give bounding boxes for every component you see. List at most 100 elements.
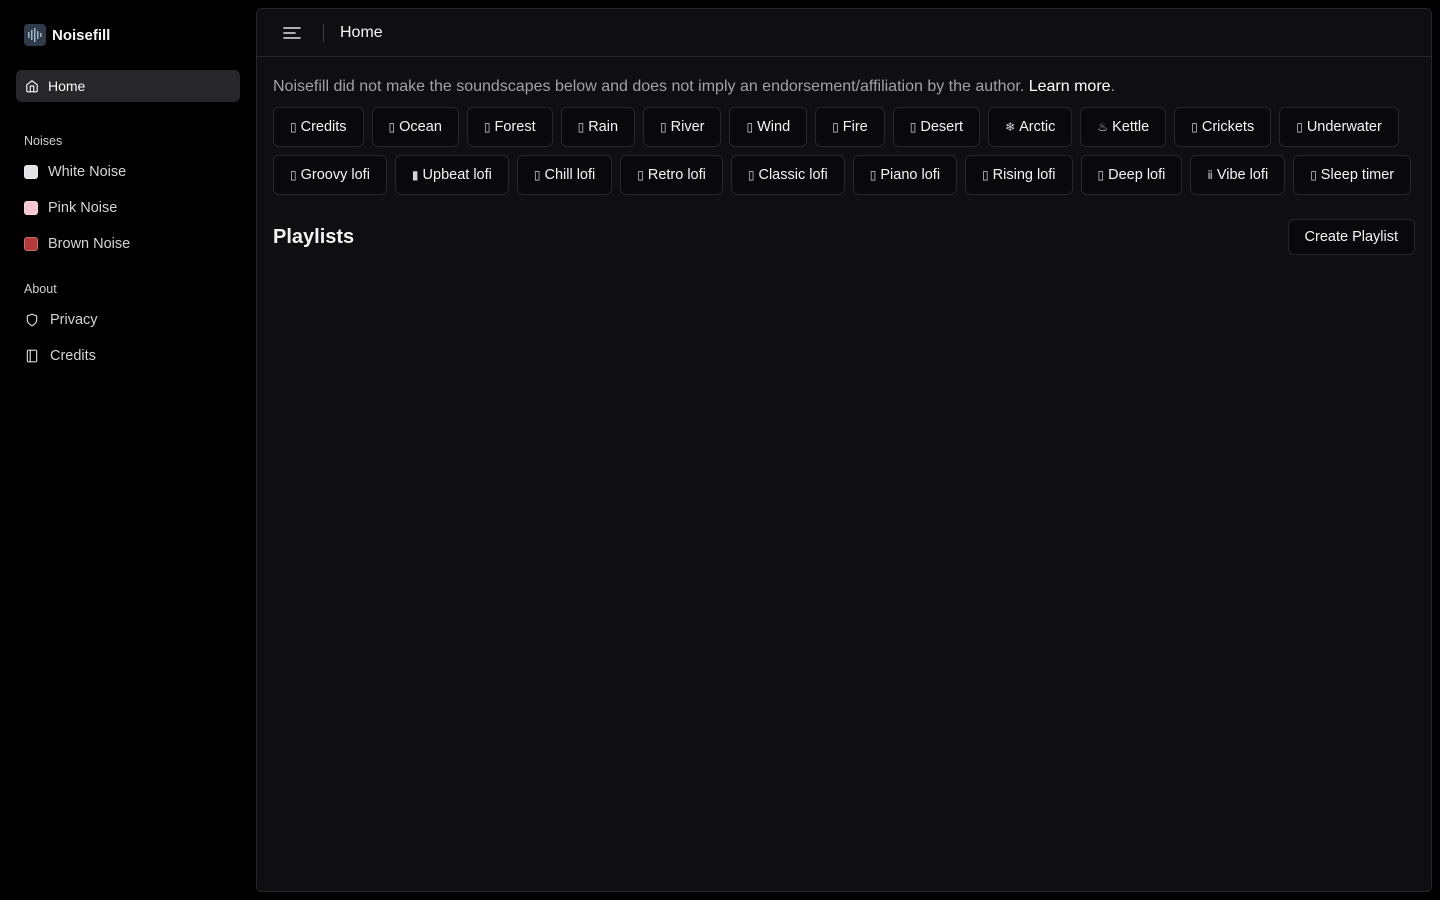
sidebar-item-label: Brown Noise xyxy=(48,236,131,252)
soundscape-label: Chill lofi xyxy=(544,167,596,183)
sidebar-item-label: Home xyxy=(48,78,86,94)
sidebar-item-brown-noise[interactable]: Brown Noise xyxy=(16,226,240,262)
soundscape-button-retro-lofi[interactable]: ▯ Retro lofi xyxy=(620,155,723,195)
soundscape-emoji-icon: ♨ xyxy=(1097,120,1109,134)
about-group-label: About xyxy=(24,282,57,296)
soundscape-label: Kettle xyxy=(1112,119,1150,135)
disclaimer: Noisefill did not make the soundscapes b… xyxy=(273,75,1415,99)
sidebar-item-credits[interactable]: Credits xyxy=(16,338,240,374)
soundscape-label: Rising lofi xyxy=(992,167,1056,183)
soundscape-button-groovy-lofi[interactable]: ▯ Groovy lofi xyxy=(273,155,387,195)
soundscape-emoji-icon: ▯ xyxy=(483,120,491,134)
app-root: Noisefill Home Noises White Noise Pink N… xyxy=(0,0,1440,900)
soundscape-label: Retro lofi xyxy=(647,167,706,183)
soundscape-label: Vibe lofi xyxy=(1216,167,1269,183)
soundscape-label: Upbeat lofi xyxy=(422,167,492,183)
soundscape-button-sleep-timer[interactable]: ▯ Sleep timer xyxy=(1293,155,1412,195)
soundscape-label: Underwater xyxy=(1306,119,1382,135)
soundscape-emoji-icon: ▯ xyxy=(637,168,644,182)
soundscape-button-fire[interactable]: ▯ Fire xyxy=(815,107,885,147)
soundscape-emoji-icon: ▯ xyxy=(1296,120,1303,134)
brand-name: Noisefill xyxy=(52,26,111,44)
soundscape-label: Classic lofi xyxy=(758,167,828,183)
soundscape-button-kettle[interactable]: ♨ Kettle xyxy=(1080,107,1167,147)
soundscape-emoji-icon: ▯ xyxy=(1097,168,1105,182)
sidebar-item-label: White Noise xyxy=(48,164,127,180)
sidebar: Noisefill Home Noises White Noise Pink N… xyxy=(0,0,256,900)
soundscape-button-rising-lofi[interactable]: ▯ Rising lofi xyxy=(965,155,1073,195)
soundscape-label: Groovy lofi xyxy=(300,167,370,183)
sidebar-item-pink-noise[interactable]: Pink Noise xyxy=(16,190,240,226)
content: Noisefill did not make the soundscapes b… xyxy=(257,57,1431,255)
soundscape-label: Desert xyxy=(920,119,964,135)
soundscape-button-classic-lofi[interactable]: ▯ Classic lofi xyxy=(730,155,845,195)
main-panel: Home Noisefill did not make the soundsca… xyxy=(256,8,1432,892)
soundscape-button-chill-lofi[interactable]: ▯ Chill lofi xyxy=(516,155,613,195)
soundscape-label: Forest xyxy=(494,119,536,135)
soundscape-label: Crickets xyxy=(1201,119,1255,135)
sidebar-item-home[interactable]: Home xyxy=(16,70,240,102)
soundscape-emoji-icon: ▯ xyxy=(909,120,917,134)
soundscape-button-credits[interactable]: ▯ Credits xyxy=(273,107,364,147)
soundscape-emoji-icon: ▯ xyxy=(533,168,541,182)
soundscape-label: River xyxy=(670,119,705,135)
soundscape-emoji-icon: ▯ xyxy=(1191,120,1198,134)
soundscape-button-river[interactable]: ▯ River xyxy=(643,107,722,147)
sidebar-item-label: Pink Noise xyxy=(48,200,118,216)
sidebar-item-label: Privacy xyxy=(50,312,98,328)
logo-icon xyxy=(24,24,46,46)
sidebar-item-white-noise[interactable]: White Noise xyxy=(16,154,240,190)
soundscape-label: Wind xyxy=(757,119,791,135)
menu-icon[interactable] xyxy=(281,22,303,44)
soundscape-emoji-icon: ▯ xyxy=(660,120,667,134)
home-icon xyxy=(24,78,40,94)
soundscape-button-crickets[interactable]: ▯ Crickets xyxy=(1174,107,1272,147)
soundscape-button-piano-lofi[interactable]: ▯ Piano lofi xyxy=(852,155,958,195)
book-icon xyxy=(24,348,40,364)
soundscape-label: Deep lofi xyxy=(1108,167,1166,183)
brown-noise-swatch-icon xyxy=(24,237,38,251)
learn-more-link[interactable]: Learn more xyxy=(1029,78,1111,95)
shield-icon xyxy=(24,312,40,328)
pink-noise-swatch-icon xyxy=(24,201,38,215)
soundscape-button-underwater[interactable]: ▯ Underwater xyxy=(1279,107,1399,147)
soundscape-button-desert[interactable]: ▯ Desert xyxy=(892,107,981,147)
soundscape-label: Ocean xyxy=(399,119,442,135)
disclaimer-text: Noisefill did not make the soundscapes b… xyxy=(273,78,1025,95)
soundscape-emoji-icon: ▯ xyxy=(290,120,297,134)
soundscape-emoji-icon: ▯ xyxy=(747,168,755,182)
soundscape-button-forest[interactable]: ▯ Forest xyxy=(466,107,553,147)
soundscape-emoji-icon: ▯ xyxy=(832,120,839,134)
soundscape-emoji-icon: ▮ xyxy=(411,168,419,182)
create-playlist-button[interactable]: Create Playlist xyxy=(1287,219,1415,255)
playlists-header: Playlists Create Playlist xyxy=(273,219,1415,255)
soundscape-button-rain[interactable]: ▯ Rain xyxy=(560,107,636,147)
noises-group-label: Noises xyxy=(24,134,63,148)
soundscape-label: Rain xyxy=(588,119,619,135)
soundscape-button-deep-lofi[interactable]: ▯ Deep lofi xyxy=(1080,155,1183,195)
soundscape-label: Credits xyxy=(300,119,347,135)
soundscape-button-wind[interactable]: ▯ Wind xyxy=(729,107,808,147)
topbar-divider xyxy=(323,23,324,42)
sidebar-item-label: Credits xyxy=(50,348,96,364)
soundscape-button-upbeat-lofi[interactable]: ▮ Upbeat lofi xyxy=(394,155,509,195)
top-bar: Home xyxy=(257,9,1431,57)
soundscape-emoji-icon: ▯ xyxy=(388,120,396,134)
playlists-title: Playlists xyxy=(273,225,355,248)
soundscape-emoji-icon: ▯ xyxy=(1310,168,1317,182)
soundscape-emoji-icon: ❄ xyxy=(1005,120,1016,134)
page-title: Home xyxy=(340,23,383,41)
sidebar-item-privacy[interactable]: Privacy xyxy=(16,302,240,338)
soundscape-emoji-icon: ▯ xyxy=(746,120,754,134)
soundscape-label: Fire xyxy=(842,119,868,135)
disclaimer-suffix: . xyxy=(1110,78,1116,95)
soundscape-emoji-icon: ▯ xyxy=(290,168,297,182)
soundscape-button-ocean[interactable]: ▯ Ocean xyxy=(371,107,459,147)
soundscape-label: Piano lofi xyxy=(880,167,941,183)
soundscape-button-arctic[interactable]: ❄ Arctic xyxy=(988,107,1073,147)
brand[interactable]: Noisefill xyxy=(16,18,240,52)
soundscape-emoji-icon: ▯ xyxy=(869,168,877,182)
soundscape-emoji-icon: ▯ xyxy=(982,168,989,182)
soundscape-emoji-icon: ⅱ xyxy=(1207,168,1213,182)
soundscape-button-vibe-lofi[interactable]: ⅱ Vibe lofi xyxy=(1190,155,1286,195)
